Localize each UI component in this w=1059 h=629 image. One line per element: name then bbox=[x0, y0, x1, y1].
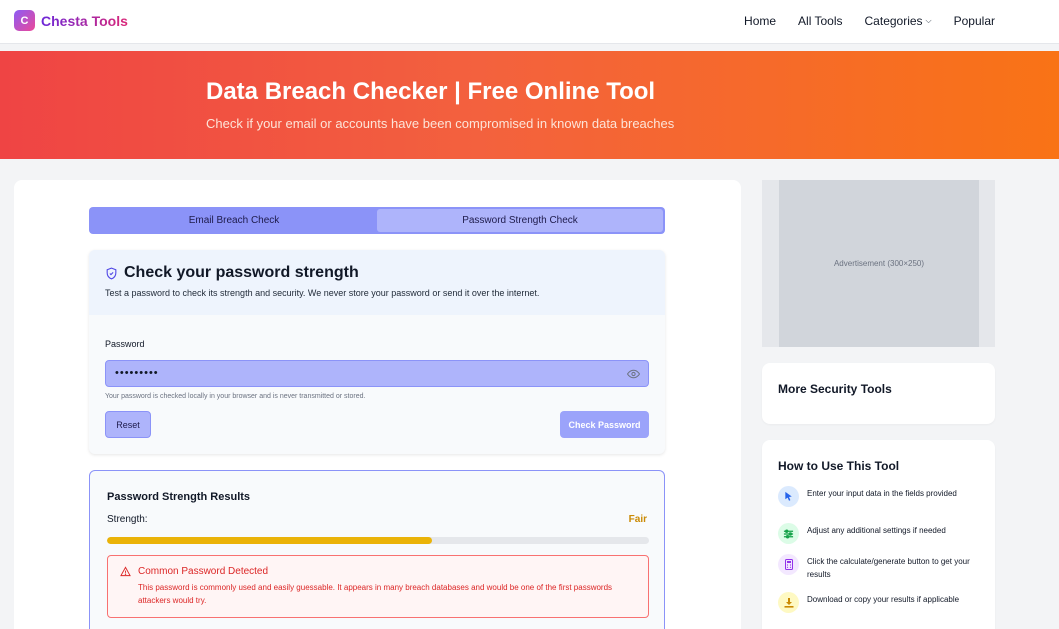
howto-step: Adjust any additional settings if needed bbox=[778, 523, 988, 544]
password-card-description: Test a password to check its strength an… bbox=[105, 288, 540, 298]
warning-icon bbox=[120, 566, 131, 577]
results-title: Password Strength Results bbox=[107, 491, 251, 503]
tab-password-strength-check[interactable]: Password Strength Check bbox=[377, 209, 663, 232]
howto-step: Download or copy your results if applica… bbox=[778, 592, 988, 613]
top-navbar: C Chesta Tools Home All Tools Categories… bbox=[0, 0, 1059, 44]
more-tools-title: More Security Tools bbox=[778, 382, 892, 396]
strength-label: Strength: bbox=[107, 514, 148, 525]
password-value: ••••••••• bbox=[115, 367, 159, 379]
site-logo[interactable]: C Chesta Tools bbox=[14, 10, 128, 31]
hero-banner: Data Breach Checker | Free Online Tool C… bbox=[0, 51, 1059, 159]
cursor-icon bbox=[778, 486, 799, 507]
password-card-header: Check your password strength Test a pass… bbox=[89, 250, 665, 315]
check-password-button[interactable]: Check Password bbox=[560, 411, 649, 438]
howto-step-text: Click the calculate/generate button to g… bbox=[807, 557, 970, 579]
password-hint: Your password is checked locally in your… bbox=[105, 393, 366, 400]
password-form: Password ••••••••• Your password is chec… bbox=[89, 315, 665, 400]
how-to-use-card: How to Use This Tool Enter your input da… bbox=[762, 440, 995, 629]
main-nav: Home All Tools Categories ⌵ Popular bbox=[744, 14, 995, 28]
howto-title: How to Use This Tool bbox=[778, 459, 900, 473]
password-check-card: Check your password strength Test a pass… bbox=[89, 250, 665, 454]
advertisement-placeholder: Advertisement (300×250) bbox=[779, 180, 979, 347]
sliders-icon bbox=[778, 523, 799, 544]
nav-categories-label: Categories bbox=[864, 14, 923, 28]
results-panel: Password Strength Results Strength: Fair… bbox=[89, 470, 665, 629]
eye-icon[interactable] bbox=[627, 369, 640, 379]
strength-bar-fill bbox=[107, 537, 433, 544]
reset-button[interactable]: Reset bbox=[105, 411, 151, 438]
download-icon bbox=[778, 592, 799, 613]
nav-categories[interactable]: Categories ⌵ bbox=[865, 14, 932, 28]
advertisement-slot: Advertisement (300×250) bbox=[762, 180, 995, 347]
common-password-alert: Common Password Detected This password i… bbox=[107, 555, 649, 618]
tab-email-breach-check[interactable]: Email Breach Check bbox=[91, 209, 377, 232]
nav-all-tools[interactable]: All Tools bbox=[798, 14, 842, 28]
howto-step-text: Enter your input data in the fields prov… bbox=[807, 489, 957, 498]
nav-popular[interactable]: Popular bbox=[954, 14, 995, 28]
strength-bar bbox=[107, 537, 649, 544]
logo-icon: C bbox=[14, 10, 35, 31]
calculator-icon bbox=[778, 554, 799, 575]
howto-step-text: Download or copy your results if applica… bbox=[807, 595, 960, 604]
howto-step: Enter your input data in the fields prov… bbox=[778, 486, 988, 507]
alert-text: This password is commonly used and easil… bbox=[138, 583, 613, 605]
password-input[interactable]: ••••••••• bbox=[105, 360, 649, 387]
nav-home[interactable]: Home bbox=[744, 14, 776, 28]
alert-title: Common Password Detected bbox=[138, 566, 269, 577]
more-security-tools-card: More Security Tools bbox=[762, 363, 995, 424]
chevron-down-icon: ⌵ bbox=[925, 16, 932, 25]
strength-value: Fair bbox=[628, 514, 647, 525]
tab-bar: Email Breach Check Password Strength Che… bbox=[89, 207, 665, 234]
shield-icon bbox=[106, 267, 117, 280]
page-subtitle: Check if your email or accounts have bee… bbox=[206, 116, 675, 131]
password-card-title: Check your password strength bbox=[124, 264, 359, 281]
password-label: Password bbox=[105, 339, 145, 349]
howto-step: Click the calculate/generate button to g… bbox=[778, 554, 988, 581]
howto-step-text: Adjust any additional settings if needed bbox=[807, 526, 946, 535]
page-title: Data Breach Checker | Free Online Tool bbox=[206, 78, 656, 105]
brand-name: Chesta Tools bbox=[41, 12, 128, 29]
